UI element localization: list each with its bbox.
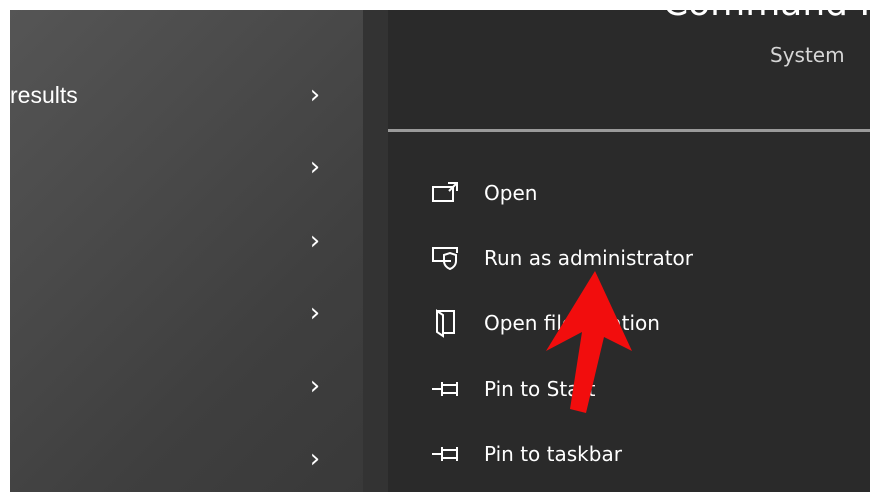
pin-icon: [428, 439, 464, 469]
chevron-right-icon[interactable]: ›: [300, 371, 330, 401]
app-type-label: System: [770, 43, 845, 67]
menu-item-open[interactable]: Open: [428, 173, 848, 213]
chevron-right-icon[interactable]: ›: [300, 152, 330, 182]
app-title: Command Pr: [663, 10, 870, 24]
header-divider: [388, 129, 870, 132]
menu-item-pin-to-start[interactable]: Pin to Start: [428, 369, 848, 409]
menu-item-label: Pin to Start: [484, 377, 596, 401]
pane-separator: [363, 10, 388, 492]
menu-item-label: Open: [484, 181, 538, 205]
app-detail-pane: Command Pr System Open Run as adm: [388, 10, 870, 492]
menu-item-run-as-administrator[interactable]: Run as administrator: [428, 238, 848, 278]
menu-item-pin-to-taskbar[interactable]: Pin to taskbar: [428, 434, 848, 474]
menu-item-label: Run as administrator: [484, 246, 694, 270]
chevron-right-icon[interactable]: ›: [300, 80, 330, 110]
open-icon: [428, 178, 464, 208]
results-label: results: [10, 82, 78, 108]
chevron-right-icon[interactable]: ›: [300, 298, 330, 328]
menu-item-open-file-location[interactable]: Open file location: [428, 303, 848, 343]
search-results-pane: results › › › › › ›: [10, 10, 363, 492]
search-window: results › › › › › › Command Pr System Op…: [10, 10, 870, 492]
run-as-admin-icon: [428, 243, 464, 273]
pin-icon: [428, 374, 464, 404]
file-location-icon: [428, 308, 464, 338]
menu-item-label: Open file location: [484, 311, 660, 335]
chevron-right-icon[interactable]: ›: [300, 226, 330, 256]
menu-item-label: Pin to taskbar: [484, 442, 622, 466]
chevron-right-icon[interactable]: ›: [300, 444, 330, 474]
